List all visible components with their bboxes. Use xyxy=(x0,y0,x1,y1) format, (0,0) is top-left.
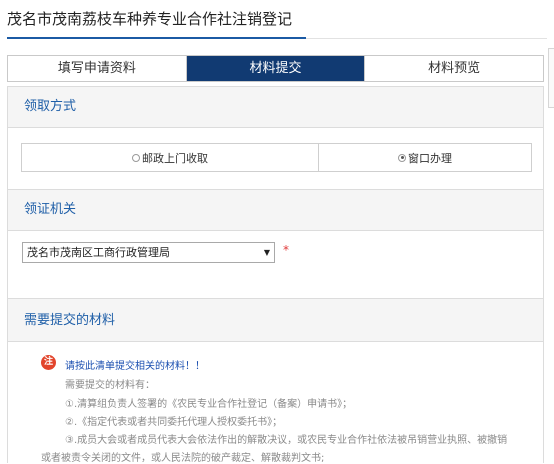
materials-intro: 需要提交的材料有： xyxy=(65,380,155,391)
authority-select[interactable]: 茂名市茂南区工商行政管理局 ▼ xyxy=(22,242,275,263)
radio-unchecked-icon[interactable] xyxy=(132,153,140,162)
pickup-option-window[interactable]: 窗口办理 xyxy=(319,144,531,171)
note-badge-icon: 注 xyxy=(41,355,56,370)
title-underline xyxy=(7,37,306,39)
tab-submit-materials[interactable]: 材料提交 xyxy=(185,56,365,81)
material-item-continuation: 或者被责令关闭的文件，或人民法院的破产裁定、解散裁判文书; xyxy=(41,453,325,464)
authority-select-value: 茂名市茂南区工商行政管理局 xyxy=(27,246,170,259)
step-tabs: 填写申请资料 材料提交 材料预览 xyxy=(7,55,544,82)
authority-panel xyxy=(7,230,544,298)
materials-heading: 需要提交的材料 xyxy=(7,298,544,342)
pickup-option-post[interactable]: 邮政上门收取 xyxy=(22,144,319,171)
pickup-method-options: 邮政上门收取 窗口办理 xyxy=(21,143,532,172)
material-item: ②.《指定代表或者共同委托代理人授权委托书》； xyxy=(65,417,283,428)
scrollbar[interactable] xyxy=(548,48,554,108)
material-item: ③.成员大会或者成员代表大会依法作出的解散决议，或农民专业合作社依法被吊销营业执… xyxy=(65,435,508,446)
pickup-method-heading: 领取方式 xyxy=(7,86,544,128)
pickup-option-post-label: 邮政上门收取 xyxy=(142,151,208,165)
tab-preview-materials[interactable]: 材料预览 xyxy=(364,56,543,81)
authority-heading: 领证机关 xyxy=(7,189,544,231)
page-title: 茂名市茂南荔枝车种养专业合作社注销登记 xyxy=(7,10,293,28)
pickup-option-window-label: 窗口办理 xyxy=(408,151,452,165)
required-mark: * xyxy=(283,243,289,257)
material-item: ①.清算组负责人签署的《农民专业合作社登记（备案）申请书》； xyxy=(65,399,353,410)
dropdown-arrow-icon[interactable]: ▼ xyxy=(264,243,270,262)
tab-fill-application[interactable]: 填写申请资料 xyxy=(8,56,186,81)
radio-checked-icon[interactable] xyxy=(398,153,406,162)
materials-notice: 请按此清单提交相关的材料！！ xyxy=(65,361,205,372)
